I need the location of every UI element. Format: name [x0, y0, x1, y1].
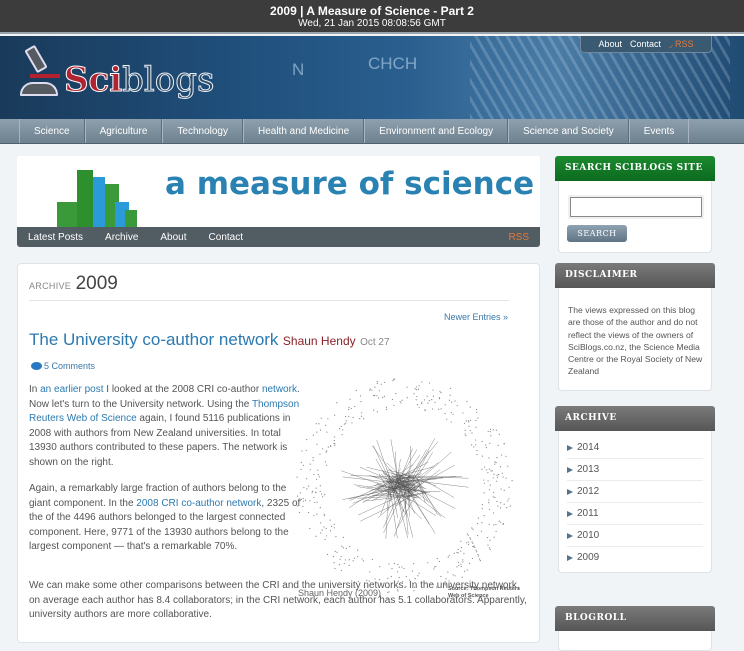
main-nav: Science Agriculture Technology Health an… — [0, 119, 744, 144]
window-title-bar: 2009 | A Measure of Science - Part 2 Wed… — [0, 0, 744, 34]
triangle-right-icon — [567, 445, 573, 451]
comments-link[interactable]: 5 Comments — [31, 361, 95, 371]
blogroll-title: BLOGROLL — [555, 606, 715, 631]
microscope-icon — [18, 44, 62, 100]
post-author[interactable]: Shaun Hendy — [283, 334, 356, 348]
disclaimer-widget: DISCLAIMER The views expressed on this b… — [555, 263, 715, 391]
newer-entries-link[interactable]: Newer Entries » — [444, 312, 508, 322]
chem-atom-graphic: N — [292, 60, 304, 80]
comments-count: 5 Comments — [44, 361, 95, 371]
nav-environment-and-ecology[interactable]: Environment and Ecology — [364, 119, 508, 143]
triangle-right-icon — [567, 489, 573, 495]
blog-nav-archive[interactable]: Archive — [105, 232, 138, 243]
top-link-rss[interactable]: ◞ RSS — [669, 39, 694, 50]
archive-year-2013[interactable]: 2013 — [567, 459, 703, 481]
search-widget: SEARCH SCIBLOGS SITE SEARCH — [555, 156, 715, 253]
archive-year-2011[interactable]: 2011 — [567, 503, 703, 525]
top-link-about[interactable]: About — [598, 39, 622, 49]
post-header: The University co-author network Shaun H… — [29, 330, 390, 350]
archive-year: 2009 — [76, 273, 118, 294]
blog-banner: a measure of science Latest Posts Archiv… — [17, 156, 540, 247]
post-title[interactable]: The University co-author network — [29, 330, 278, 349]
logo-sci: Sci — [64, 60, 122, 100]
archive-heading: ARCHIVE 2009 — [29, 273, 118, 295]
triangle-right-icon — [567, 511, 573, 517]
nav-science-and-society[interactable]: Science and Society — [508, 119, 629, 143]
archive-widget: ARCHIVE 2014 2013 2012 2011 2010 2009 — [555, 406, 715, 573]
blog-nav-latest-posts[interactable]: Latest Posts — [28, 232, 83, 243]
disclaimer-title: DISCLAIMER — [555, 263, 715, 288]
archive-year-2012[interactable]: 2012 — [567, 481, 703, 503]
nav-health-and-medicine[interactable]: Health and Medicine — [243, 119, 364, 143]
post-paragraph-1: In an earlier post I looked at the 2008 … — [29, 383, 301, 471]
triangle-right-icon — [567, 467, 573, 473]
triangle-right-icon — [567, 555, 573, 561]
blog-nav: Latest Posts Archive About Contact RSS — [17, 227, 540, 247]
chem-formula-graphic: CHCH — [368, 54, 417, 74]
window-title: 2009 | A Measure of Science - Part 2 — [0, 0, 744, 18]
post-paragraph-2: Again, a remarkably large fraction of au… — [29, 482, 301, 555]
cri-network-link[interactable]: 2008 CRI co-author network — [136, 498, 261, 509]
archive-year-2009[interactable]: 2009 — [567, 547, 703, 568]
blog-nav-rss[interactable]: RSS — [508, 232, 529, 243]
nav-technology[interactable]: Technology — [162, 119, 243, 143]
bar-chart-logo-icon — [57, 164, 157, 232]
comment-bubble-icon — [31, 362, 42, 370]
blog-title[interactable]: a measure of science — [165, 166, 534, 202]
post-date: Oct 27 — [360, 337, 389, 348]
site-header: CHCH N Sciblogs About Contact ◞ RSS — [0, 36, 744, 119]
blogroll-widget: BLOGROLL — [555, 606, 715, 651]
post-paragraph-3: We can make some other comparisons betwe… — [29, 579, 529, 623]
blog-nav-contact[interactable]: Contact — [209, 232, 243, 243]
nav-agriculture[interactable]: Agriculture — [85, 119, 163, 143]
archive-year-2014[interactable]: 2014 — [567, 437, 703, 459]
sciblogs-logo[interactable]: Sciblogs — [18, 44, 215, 100]
triangle-right-icon — [567, 533, 573, 539]
logo-wordmark: Sciblogs — [64, 60, 215, 100]
top-links: About Contact ◞ RSS — [580, 36, 712, 53]
main-content: ARCHIVE 2009 Newer Entries » The Univers… — [17, 263, 540, 643]
archive-label: ARCHIVE — [29, 281, 71, 291]
search-input[interactable] — [570, 197, 702, 217]
window-timestamp: Wed, 21 Jan 2015 08:08:56 GMT — [0, 18, 744, 30]
archive-widget-title: ARCHIVE — [555, 406, 715, 431]
nav-science[interactable]: Science — [19, 119, 85, 143]
network-graph-figure — [296, 378, 528, 603]
nav-events[interactable]: Events — [629, 119, 690, 143]
disclaimer-text: The views expressed on this blog are tho… — [559, 288, 711, 390]
network-link[interactable]: network — [262, 384, 297, 395]
blog-nav-about[interactable]: About — [160, 232, 186, 243]
archive-year-2010[interactable]: 2010 — [567, 525, 703, 547]
rss-label: RSS — [675, 39, 694, 49]
search-widget-title: SEARCH SCIBLOGS SITE — [555, 156, 715, 181]
logo-blogs: blogs — [122, 60, 214, 100]
divider — [29, 300, 509, 301]
search-button[interactable]: SEARCH — [567, 225, 627, 242]
earlier-post-link[interactable]: an earlier post — [40, 384, 103, 395]
top-link-contact[interactable]: Contact — [630, 39, 661, 49]
